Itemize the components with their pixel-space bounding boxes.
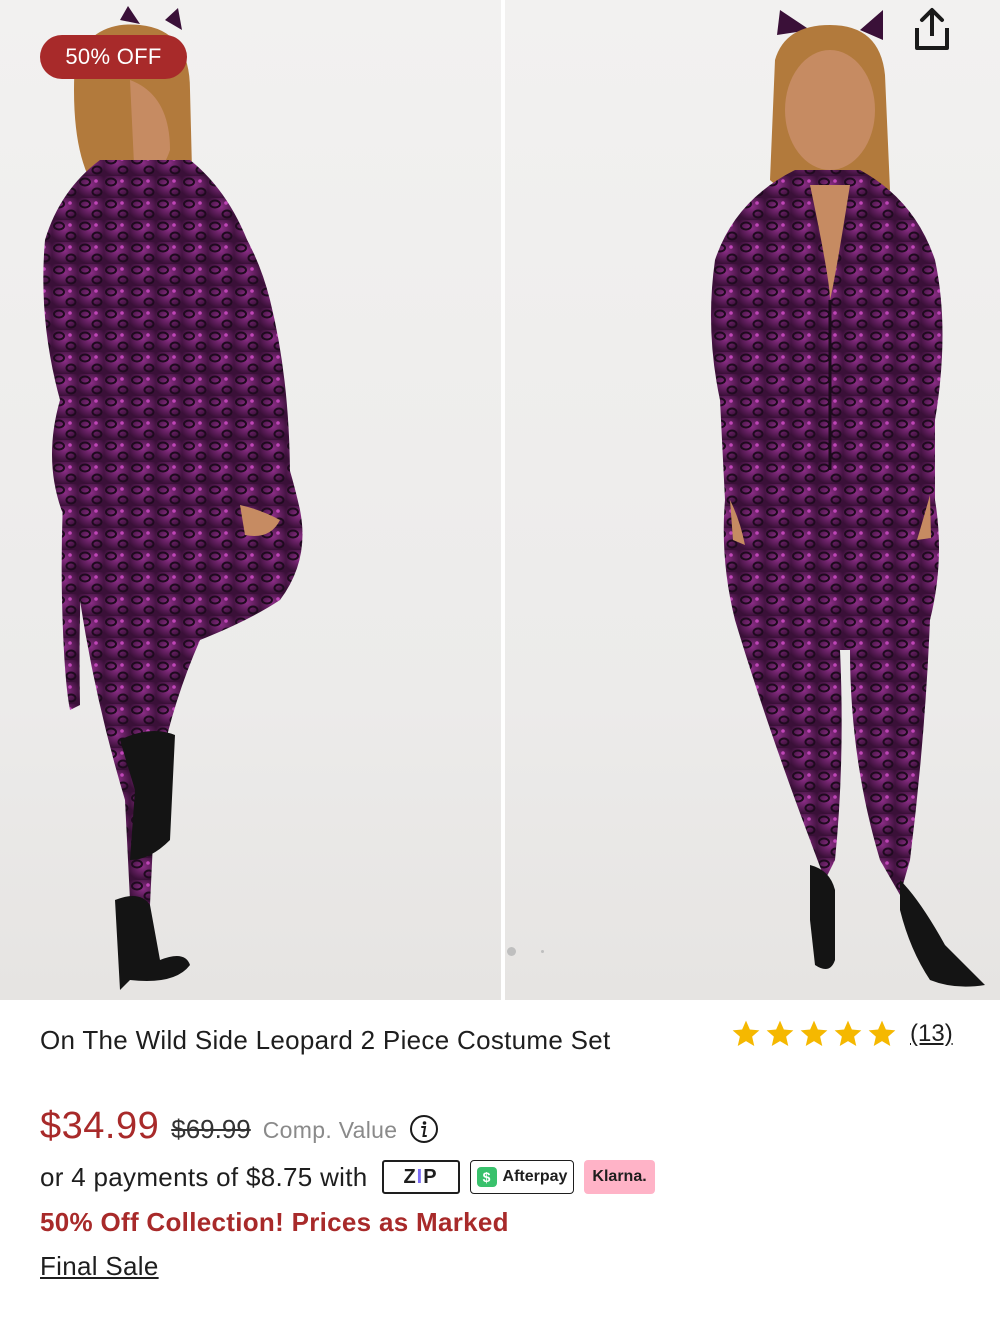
product-rating[interactable]: (13)	[730, 1018, 953, 1050]
final-sale-link[interactable]: Final Sale	[40, 1251, 159, 1282]
sale-price: $34.99	[40, 1105, 160, 1147]
product-image-front[interactable]	[504, 0, 1000, 1000]
comp-value-label: Comp. Value	[262, 1117, 398, 1143]
sale-badge: 50% OFF	[40, 35, 187, 79]
product-title: On The Wild Side Leopard 2 Piece Costume…	[40, 1025, 611, 1055]
afterpay-logo[interactable]: $ Afterpay	[469, 1160, 575, 1194]
promo-message: 50% Off Collection! Prices as Marked	[40, 1207, 509, 1237]
product-image-back[interactable]: 50% OFF	[0, 0, 501, 1000]
price-row: $34.99 $69.99 Comp. Value	[40, 1105, 439, 1148]
share-icon[interactable]	[903, 0, 961, 58]
star-icon	[732, 1020, 760, 1046]
product-image-gallery[interactable]: 50% OFF	[0, 0, 1000, 1000]
model-back-view-image	[43, 6, 303, 990]
afterpay-dollar-icon: $	[476, 1167, 497, 1187]
zip-logo-z: Z	[403, 1165, 417, 1188]
star-icon	[766, 1020, 794, 1046]
pagination-dot-3[interactable]	[506, 946, 516, 956]
klarna-logo[interactable]: Klarna.	[584, 1160, 655, 1194]
original-price: $69.99	[171, 1114, 251, 1144]
zip-logo[interactable]: ZIP	[381, 1160, 460, 1194]
pagination-dot-4[interactable]	[540, 949, 544, 953]
image-pagination[interactable]	[505, 944, 544, 958]
installment-text: or 4 payments of $8.75 with	[40, 1161, 368, 1192]
installment-payments: or 4 payments of $8.75 with ZIP $ Afterp…	[40, 1160, 655, 1194]
info-icon[interactable]	[409, 1114, 439, 1144]
star-icon	[868, 1020, 896, 1046]
review-count-link[interactable]: (13)	[910, 1020, 953, 1048]
rating-stars	[730, 1018, 898, 1050]
afterpay-label: Afterpay	[502, 1168, 568, 1185]
zip-logo-p: P	[423, 1165, 438, 1188]
star-icon	[834, 1020, 862, 1046]
model-front-view-image	[710, 10, 985, 987]
star-icon	[800, 1020, 828, 1046]
